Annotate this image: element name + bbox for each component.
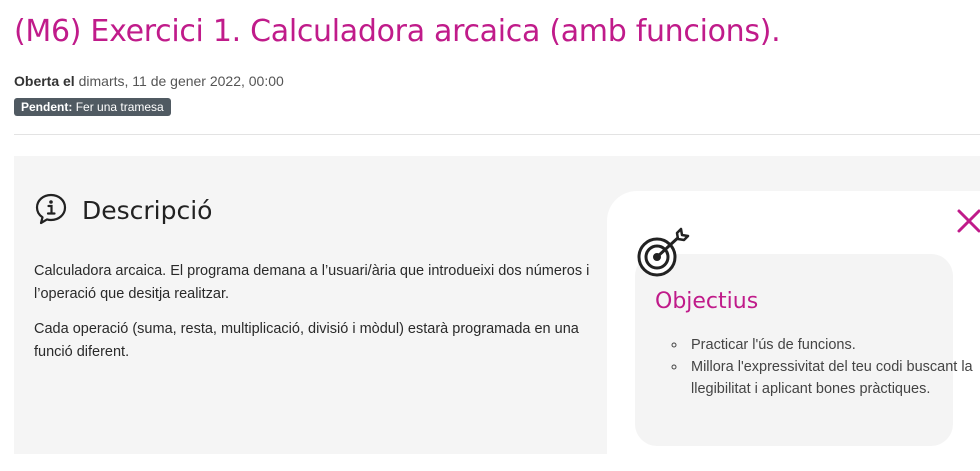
description-body: Calculadora arcaica. El programa demana … [34,260,594,376]
description-heading: Descripció [82,196,213,225]
objectives-title: Objectius [655,289,759,314]
info-speech-icon [35,193,67,225]
status-badge: Pendent: Fer una tramesa [14,98,171,116]
open-date-value: dimarts, 11 de gener 2022, 00:00 [78,73,284,89]
objectives-list: Practicar l'ús de funcions. Millora l'ex… [655,334,979,400]
list-item: Millora l'expressivitat del teu codi bus… [687,356,979,400]
open-date: Oberta el dimarts, 11 de gener 2022, 00:… [14,73,284,89]
open-date-label: Oberta el [14,73,75,89]
objectives-card: Objectius Practicar l'ús de funcions. Mi… [607,191,980,471]
list-item: Practicar l'ús de funcions. [687,334,979,356]
description-paragraph: Calculadora arcaica. El programa demana … [34,263,590,302]
page-title: (M6) Exercici 1. Calculadora arcaica (am… [14,14,781,49]
status-badge-label: Pendent: [21,100,73,114]
description-paragraph: Cada operació (suma, resta, multiplicaci… [34,321,579,360]
status-badge-value: Fer una tramesa [75,100,164,114]
activity-panel: Descripció Calculadora arcaica. El progr… [14,156,980,471]
header-divider [14,134,980,135]
target-icon [637,227,690,277]
close-icon[interactable] [955,207,980,235]
